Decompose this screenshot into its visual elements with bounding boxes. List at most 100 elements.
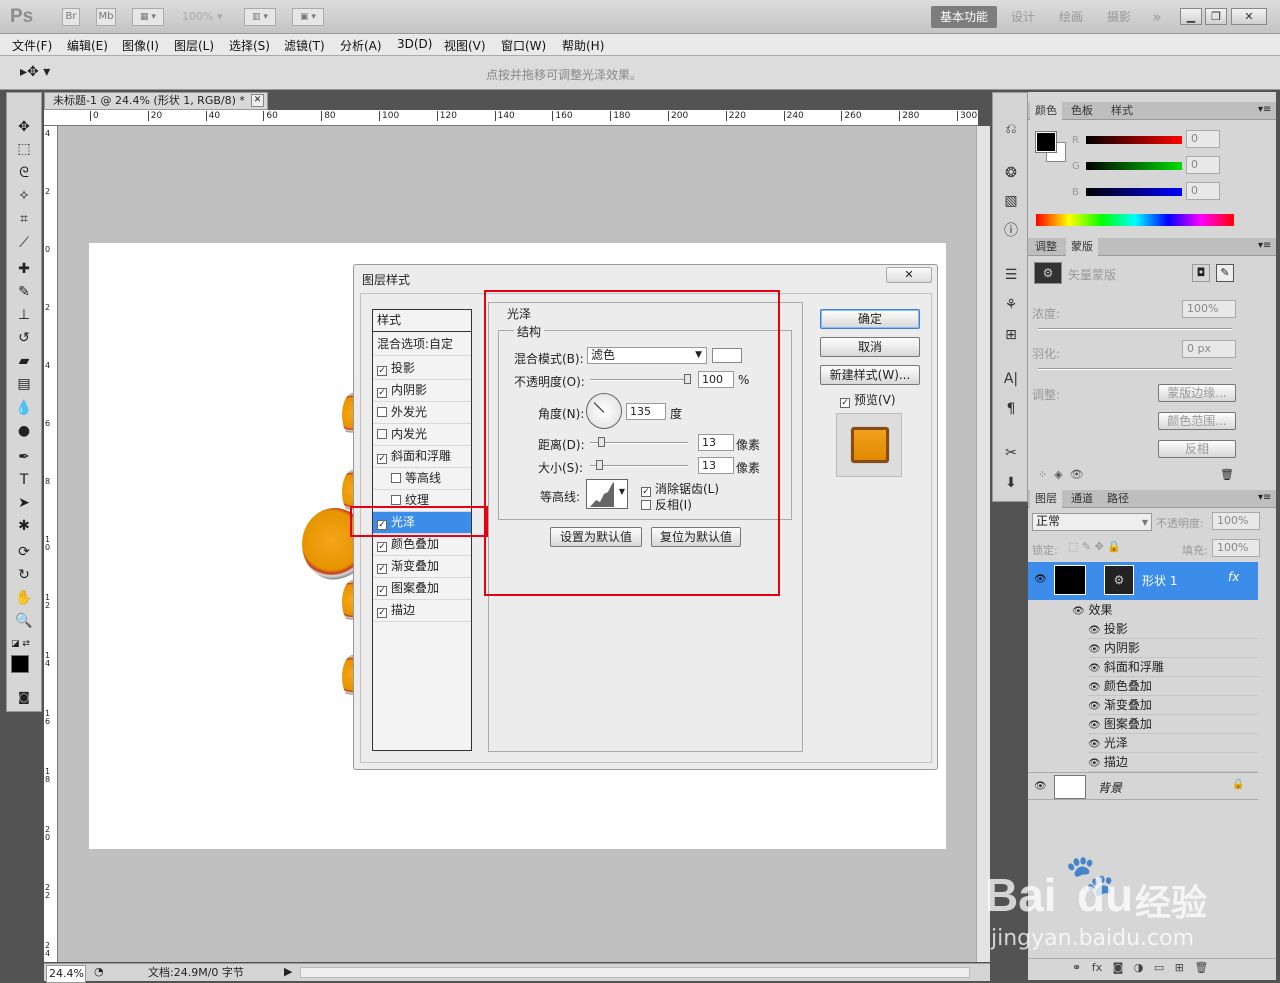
menu-layer[interactable]: 图层(L) <box>174 37 214 54</box>
trash-icon[interactable]: 🗑 <box>1220 468 1234 481</box>
menu-view[interactable]: 视图(V) <box>444 37 486 54</box>
density-input[interactable]: 100% <box>1182 300 1236 318</box>
status-menu-arrow-icon[interactable]: ▶ <box>284 964 292 980</box>
density-slider[interactable] <box>1038 328 1232 330</box>
document-tab[interactable]: 未标题-1 @ 24.4% (形状 1, RGB/8) * ✕ <box>44 92 268 110</box>
pen-tool-icon[interactable]: ✒ <box>13 447 35 467</box>
more-workspaces-icon[interactable]: » <box>1148 6 1166 28</box>
style-checkbox-icon[interactable]: ✓ <box>377 454 387 464</box>
tab-adjustments[interactable]: 调整 <box>1030 238 1062 256</box>
layer-opacity-input[interactable]: 100% <box>1212 512 1260 530</box>
vector-mask-add-icon[interactable]: ✎ <box>1216 264 1234 282</box>
3d-orbit-tool-icon[interactable]: ↻ <box>13 565 35 585</box>
color-foreground-swatch[interactable] <box>1035 131 1057 153</box>
style-item[interactable]: 外发光 <box>373 402 471 424</box>
workspace-photography[interactable]: 摄影 <box>1104 6 1134 28</box>
style-checkbox-icon[interactable] <box>377 407 387 417</box>
menu-help[interactable]: 帮助(H) <box>562 37 604 54</box>
eye-icon[interactable]: 👁 <box>1072 606 1085 617</box>
style-item[interactable]: ✓ 投影 <box>373 358 471 380</box>
paragraph-panel-icon[interactable]: ¶ <box>1001 399 1021 419</box>
eye-icon[interactable]: 👁 <box>1088 644 1104 655</box>
horizontal-scrollbar[interactable] <box>300 967 970 978</box>
status-info-icon[interactable]: ◔ <box>94 964 104 980</box>
eye-icon[interactable]: 👁 <box>1088 663 1104 674</box>
mini-bridge-button[interactable]: Mb <box>96 8 116 26</box>
menu-edit[interactable]: 编辑(E) <box>67 37 108 54</box>
menu-file[interactable]: 文件(F) <box>12 37 52 54</box>
eye-icon[interactable]: 👁 <box>1088 625 1104 636</box>
screen-mode-dropdown[interactable]: ▣ ▾ <box>292 8 324 26</box>
blending-options-item[interactable]: 混合选项:自定 <box>373 334 471 356</box>
tab-layers[interactable]: 图层 <box>1030 490 1062 508</box>
notes-panel-icon[interactable]: ⬇ <box>1001 473 1021 493</box>
quick-select-tool-icon[interactable]: ✧ <box>13 186 35 206</box>
arrange-documents-dropdown[interactable]: ▥ ▾ <box>244 8 276 26</box>
eye-icon[interactable]: 👁 <box>1034 574 1047 585</box>
blue-input[interactable]: 0 <box>1186 182 1220 200</box>
clone-source-icon[interactable]: ⚘ <box>1001 295 1021 315</box>
status-zoom[interactable]: 24.4% <box>46 965 86 983</box>
blur-tool-icon[interactable]: 💧 <box>13 398 35 418</box>
feather-input[interactable]: 0 px <box>1182 340 1236 358</box>
close-icon[interactable]: ✕ <box>1231 8 1267 25</box>
style-checkbox-icon[interactable]: ✓ <box>377 608 387 618</box>
eyedropper-tool-icon[interactable]: ⟋ <box>13 233 35 253</box>
lock-icons[interactable]: ⬚ ✎ ✥ 🔒 <box>1068 540 1121 553</box>
history-brush-tool-icon[interactable]: ↺ <box>13 328 35 348</box>
red-input[interactable]: 0 <box>1186 130 1220 148</box>
foreground-color-swatch[interactable] <box>11 655 29 673</box>
clone-stamp-tool-icon[interactable]: ⊥ <box>13 305 35 325</box>
hand-tool-icon[interactable]: ✋ <box>13 588 35 608</box>
gradient-tool-icon[interactable]: ▤ <box>13 374 35 394</box>
zoom-tool-icon[interactable]: 🔍 <box>13 611 35 631</box>
history-panel-icon[interactable]: ⎌ <box>1001 119 1021 139</box>
style-checkbox-icon[interactable] <box>377 429 387 439</box>
menu-analysis[interactable]: 分析(A) <box>340 37 382 54</box>
minimize-icon[interactable]: ▁ <box>1180 8 1202 25</box>
eye-icon[interactable]: 👁 <box>1088 682 1104 693</box>
cancel-button[interactable]: 取消 <box>820 337 920 357</box>
tools-3d-icon[interactable]: ✂ <box>1001 443 1021 463</box>
tool-presets-icon[interactable]: ⊞ <box>1001 325 1021 345</box>
vertical-scrollbar[interactable] <box>976 126 990 962</box>
quick-mask-icon[interactable]: ◙ <box>13 687 35 707</box>
menu-image[interactable]: 图像(I) <box>122 37 159 54</box>
eye-icon[interactable]: 👁 <box>1088 701 1104 712</box>
effects-row[interactable]: 👁 效果 <box>1072 601 1113 618</box>
style-item[interactable]: ✓ 图案叠加 <box>373 578 471 600</box>
color-spectrum-bar[interactable] <box>1036 214 1234 226</box>
swap-colors-icon[interactable]: ◪ ⇄ <box>11 639 30 649</box>
path-selection-tool-icon[interactable]: ➤ <box>13 493 35 513</box>
effect-row[interactable]: 👁 描边 <box>1088 753 1258 772</box>
style-item[interactable]: 内发光 <box>373 424 471 446</box>
mask-panel-footer-icons[interactable]: ⁘ ◈ 👁 <box>1038 468 1084 481</box>
restore-icon[interactable]: ❐ <box>1205 8 1227 25</box>
effect-row[interactable]: 👁 光泽 <box>1088 734 1258 753</box>
new-style-button[interactable]: 新建样式(W)... <box>820 365 920 385</box>
tab-paths[interactable]: 路径 <box>1102 490 1134 508</box>
menu-select[interactable]: 选择(S) <box>229 37 270 54</box>
zoom-level-dropdown[interactable]: 100% ▾ <box>182 10 222 23</box>
dialog-close-icon[interactable]: ✕ <box>886 267 932 283</box>
move-tool-preset-icon[interactable]: ▸✥ ▾ <box>20 64 50 80</box>
layer-row-background[interactable]: 👁 背景 🔒 <box>1028 772 1258 800</box>
eye-icon[interactable]: 👁 <box>1088 720 1104 731</box>
dodge-tool-icon[interactable]: ● <box>13 421 35 441</box>
style-checkbox-icon[interactable]: ✓ <box>377 366 387 376</box>
effect-row[interactable]: 👁 投影 <box>1088 620 1258 639</box>
effect-row[interactable]: 👁 颜色叠加 <box>1088 677 1258 696</box>
move-tool-icon[interactable]: ✥ <box>13 117 35 137</box>
effect-row[interactable]: 👁 图案叠加 <box>1088 715 1258 734</box>
green-input[interactable]: 0 <box>1186 156 1220 174</box>
workspace-design[interactable]: 设计 <box>1008 6 1038 28</box>
histogram-panel-icon[interactable]: ▧ <box>1001 191 1021 211</box>
style-item[interactable]: 等高线 <box>373 468 471 490</box>
fx-icon[interactable]: fx <box>1228 570 1239 584</box>
eraser-tool-icon[interactable]: ▰ <box>13 351 35 371</box>
style-item[interactable]: ✓ 颜色叠加 <box>373 534 471 556</box>
effect-row[interactable]: 👁 斜面和浮雕 <box>1088 658 1258 677</box>
style-checkbox-icon[interactable] <box>391 473 401 483</box>
effect-row[interactable]: 👁 渐变叠加 <box>1088 696 1258 715</box>
eye-icon[interactable]: 👁 <box>1088 739 1104 750</box>
